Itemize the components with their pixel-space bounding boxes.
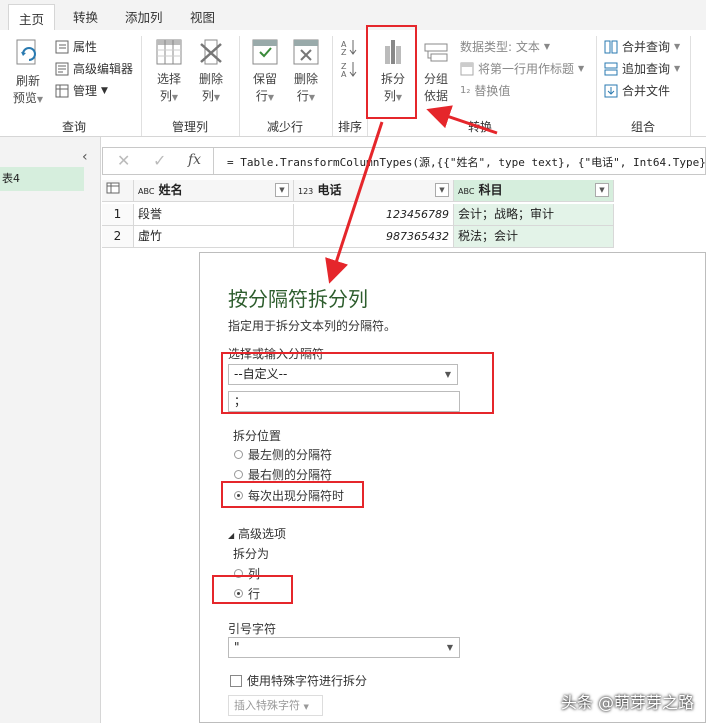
annotation-arrows xyxy=(325,105,498,284)
arrow-to-split xyxy=(426,105,498,135)
watermark: 头条 @萌芽芽之路 xyxy=(560,693,694,712)
arrow-to-dialog xyxy=(325,121,384,284)
